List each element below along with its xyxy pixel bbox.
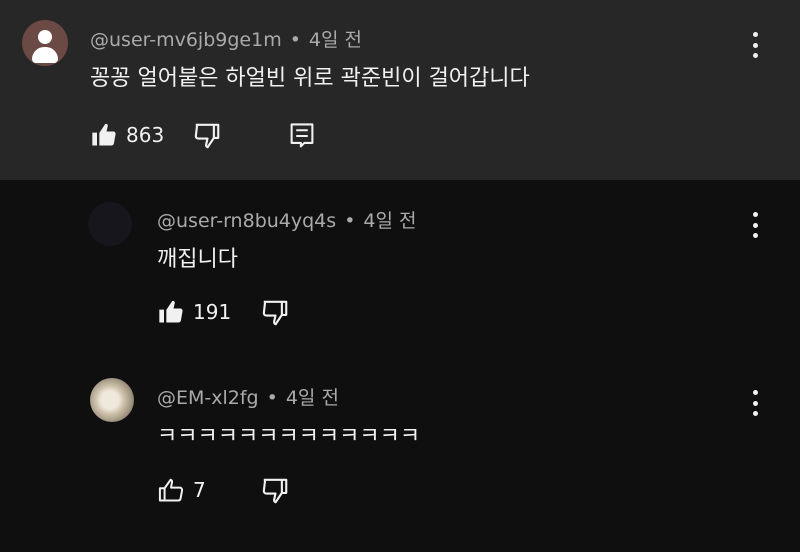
kebab-dot xyxy=(752,411,758,416)
kebab-dot xyxy=(752,212,758,217)
thumbs-up-filled-icon xyxy=(92,123,116,146)
reply-item: @EM-xl2fg • 4일 전 ㅋㅋㅋㅋㅋㅋㅋㅋㅋㅋㅋㅋㅋ 7 xyxy=(0,358,800,552)
reply-icon xyxy=(290,123,314,148)
comment-time[interactable]: 4일 전 xyxy=(286,387,339,409)
kebab-dot xyxy=(752,233,758,238)
comment-text: 꽁꽁 얼어붙은 하얼빈 위로 곽준빈이 걸어갑니다 xyxy=(90,66,530,91)
avatar-head xyxy=(38,30,52,44)
more-vert-icon[interactable] xyxy=(749,390,761,416)
more-vert-icon[interactable] xyxy=(749,32,761,58)
kebab-dot xyxy=(752,32,758,37)
reply-button[interactable] xyxy=(288,121,316,151)
dislike-button[interactable] xyxy=(192,121,222,151)
thumbs-up-filled-icon xyxy=(159,300,183,323)
comment-time[interactable]: 4일 전 xyxy=(309,29,362,51)
comment-author[interactable]: @user-mv6jb9ge1m xyxy=(90,29,282,51)
like-count: 191 xyxy=(193,300,232,324)
comment-author[interactable]: @user-rn8bu4yq4s xyxy=(157,210,336,232)
dislike-button[interactable] xyxy=(260,298,290,328)
comment-author[interactable]: @EM-xl2fg xyxy=(157,387,259,409)
like-count: 7 xyxy=(193,478,206,502)
comment-time[interactable]: 4일 전 xyxy=(363,210,416,232)
thumbs-up-outline-icon xyxy=(158,478,184,502)
thumbs-down-icon xyxy=(262,478,288,504)
more-vert-icon[interactable] xyxy=(749,212,761,238)
comment-text: ㅋㅋㅋㅋㅋㅋㅋㅋㅋㅋㅋㅋㅋ xyxy=(157,424,421,449)
avatar[interactable] xyxy=(88,202,132,246)
meta-separator: • xyxy=(266,387,278,409)
comment-main: @user-mv6jb9ge1m • 4일 전 꽁꽁 얼어붙은 하얼빈 위로 곽준빈… xyxy=(0,0,800,180)
thumbs-down-icon xyxy=(194,123,220,149)
avatar[interactable] xyxy=(22,20,68,66)
comment-meta: @user-rn8bu4yq4s • 4일 전 xyxy=(157,206,417,233)
like-button[interactable]: 7 xyxy=(157,476,206,504)
avatar[interactable] xyxy=(90,378,134,422)
kebab-dot xyxy=(752,400,758,406)
comment-text: 깨집니다 xyxy=(157,247,238,272)
like-count: 863 xyxy=(126,123,165,147)
avatar-body xyxy=(32,47,58,63)
comment-meta: @EM-xl2fg • 4일 전 xyxy=(157,383,339,410)
dislike-button[interactable] xyxy=(260,476,290,506)
like-button[interactable]: 863 xyxy=(90,121,164,149)
meta-separator: • xyxy=(344,210,356,232)
meta-separator: • xyxy=(289,29,301,51)
kebab-dot xyxy=(752,53,758,58)
like-button[interactable]: 191 xyxy=(157,298,231,326)
comment-meta: @user-mv6jb9ge1m • 4일 전 xyxy=(90,25,362,52)
kebab-dot xyxy=(752,222,758,228)
reply-item: @user-rn8bu4yq4s • 4일 전 깨집니다 191 xyxy=(0,180,800,358)
thumbs-down-icon xyxy=(262,300,288,326)
kebab-dot xyxy=(752,42,758,48)
kebab-dot xyxy=(752,390,758,395)
